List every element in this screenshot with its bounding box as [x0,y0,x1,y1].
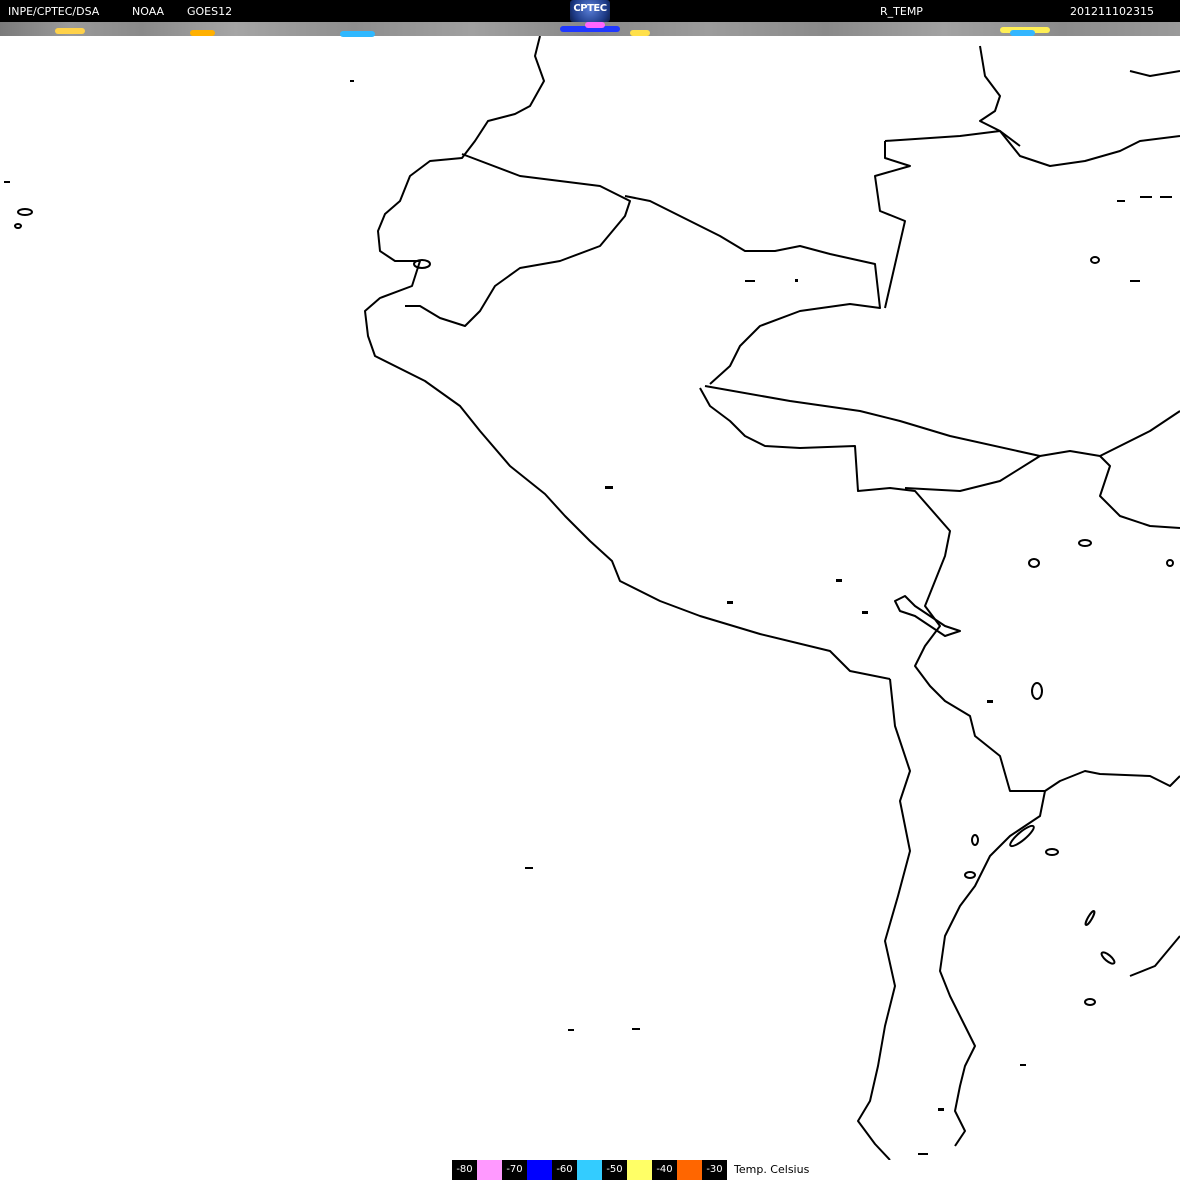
island-dot [1160,196,1172,198]
lake [1084,998,1096,1006]
island-dot [350,80,354,82]
gulf-island [413,259,431,269]
island-dot [727,601,733,604]
timestamp-label: 201211102315 [1070,5,1154,18]
small-islands [4,80,1172,1155]
border-bolivia-paraguay [1044,770,1180,792]
legend-label: -80 [452,1160,477,1180]
legend-label: -70 [502,1160,527,1180]
island-dot [568,1029,574,1031]
noaa-label: NOAA [132,5,165,18]
coastline-northeast [1129,70,1180,77]
island-dot [836,579,842,582]
lake [1166,559,1174,567]
satellite-label: GOES12 [187,5,233,18]
legend-swatch [677,1160,702,1180]
island-dot [938,1108,944,1111]
lake [1084,910,1096,926]
border-bolivia-brazil [904,450,1180,529]
island-dot [1020,1064,1026,1066]
logo-text: CPTEC [573,3,607,14]
island-dot [795,279,798,282]
border-peru-brazil [704,385,1041,457]
border-argentina-chile [939,790,1046,1147]
coastline-northeast-2 [1099,410,1180,457]
border-colombia-venezuela [874,141,911,309]
map-area [4,36,1180,1160]
product-label: R_TEMP [880,5,923,18]
island-dot [605,486,613,489]
cloud-blob [55,28,85,34]
lake [1100,951,1116,965]
agency-label: INPE/CPTEC/DSA [8,5,100,18]
island-dot [745,280,755,282]
coastline-west [364,36,891,680]
coastline-chile [857,678,911,1160]
coastline-east [1129,935,1180,977]
lake [1078,539,1092,547]
island-dot [987,700,993,703]
island [17,208,33,216]
lake [971,834,979,846]
lake [964,871,976,879]
cloud-blob [585,22,605,28]
legend-swatch [477,1160,502,1180]
border-ecuador [405,153,631,327]
island-dot [1140,196,1152,198]
lake [1028,558,1040,568]
border-colombia-peru [624,195,881,385]
island-dot [632,1028,640,1030]
legend-label: -60 [552,1160,577,1180]
border-peru-bolivia [699,387,1045,792]
legend-swatch [577,1160,602,1180]
island-dot [1130,280,1140,282]
island-dot [525,867,533,869]
legend-label: -50 [602,1160,627,1180]
border-venezuela [884,130,1180,167]
cptec-logo: CPTEC [570,0,610,22]
island-dot [1117,200,1125,202]
lake [1045,848,1059,856]
island [14,223,22,229]
border-guyana [979,45,1021,147]
legend-swatch [527,1160,552,1180]
legend-caption: Temp. Celsius [734,1163,810,1176]
legend-label: -40 [652,1160,677,1180]
legend-label: -30 [702,1160,727,1180]
island-dot [918,1153,928,1155]
legend-swatch [627,1160,652,1180]
lake [1090,256,1100,264]
satellite-image-strip [0,22,1180,37]
island-dot [4,181,10,183]
lake [1031,682,1043,700]
island-dot [862,611,868,614]
